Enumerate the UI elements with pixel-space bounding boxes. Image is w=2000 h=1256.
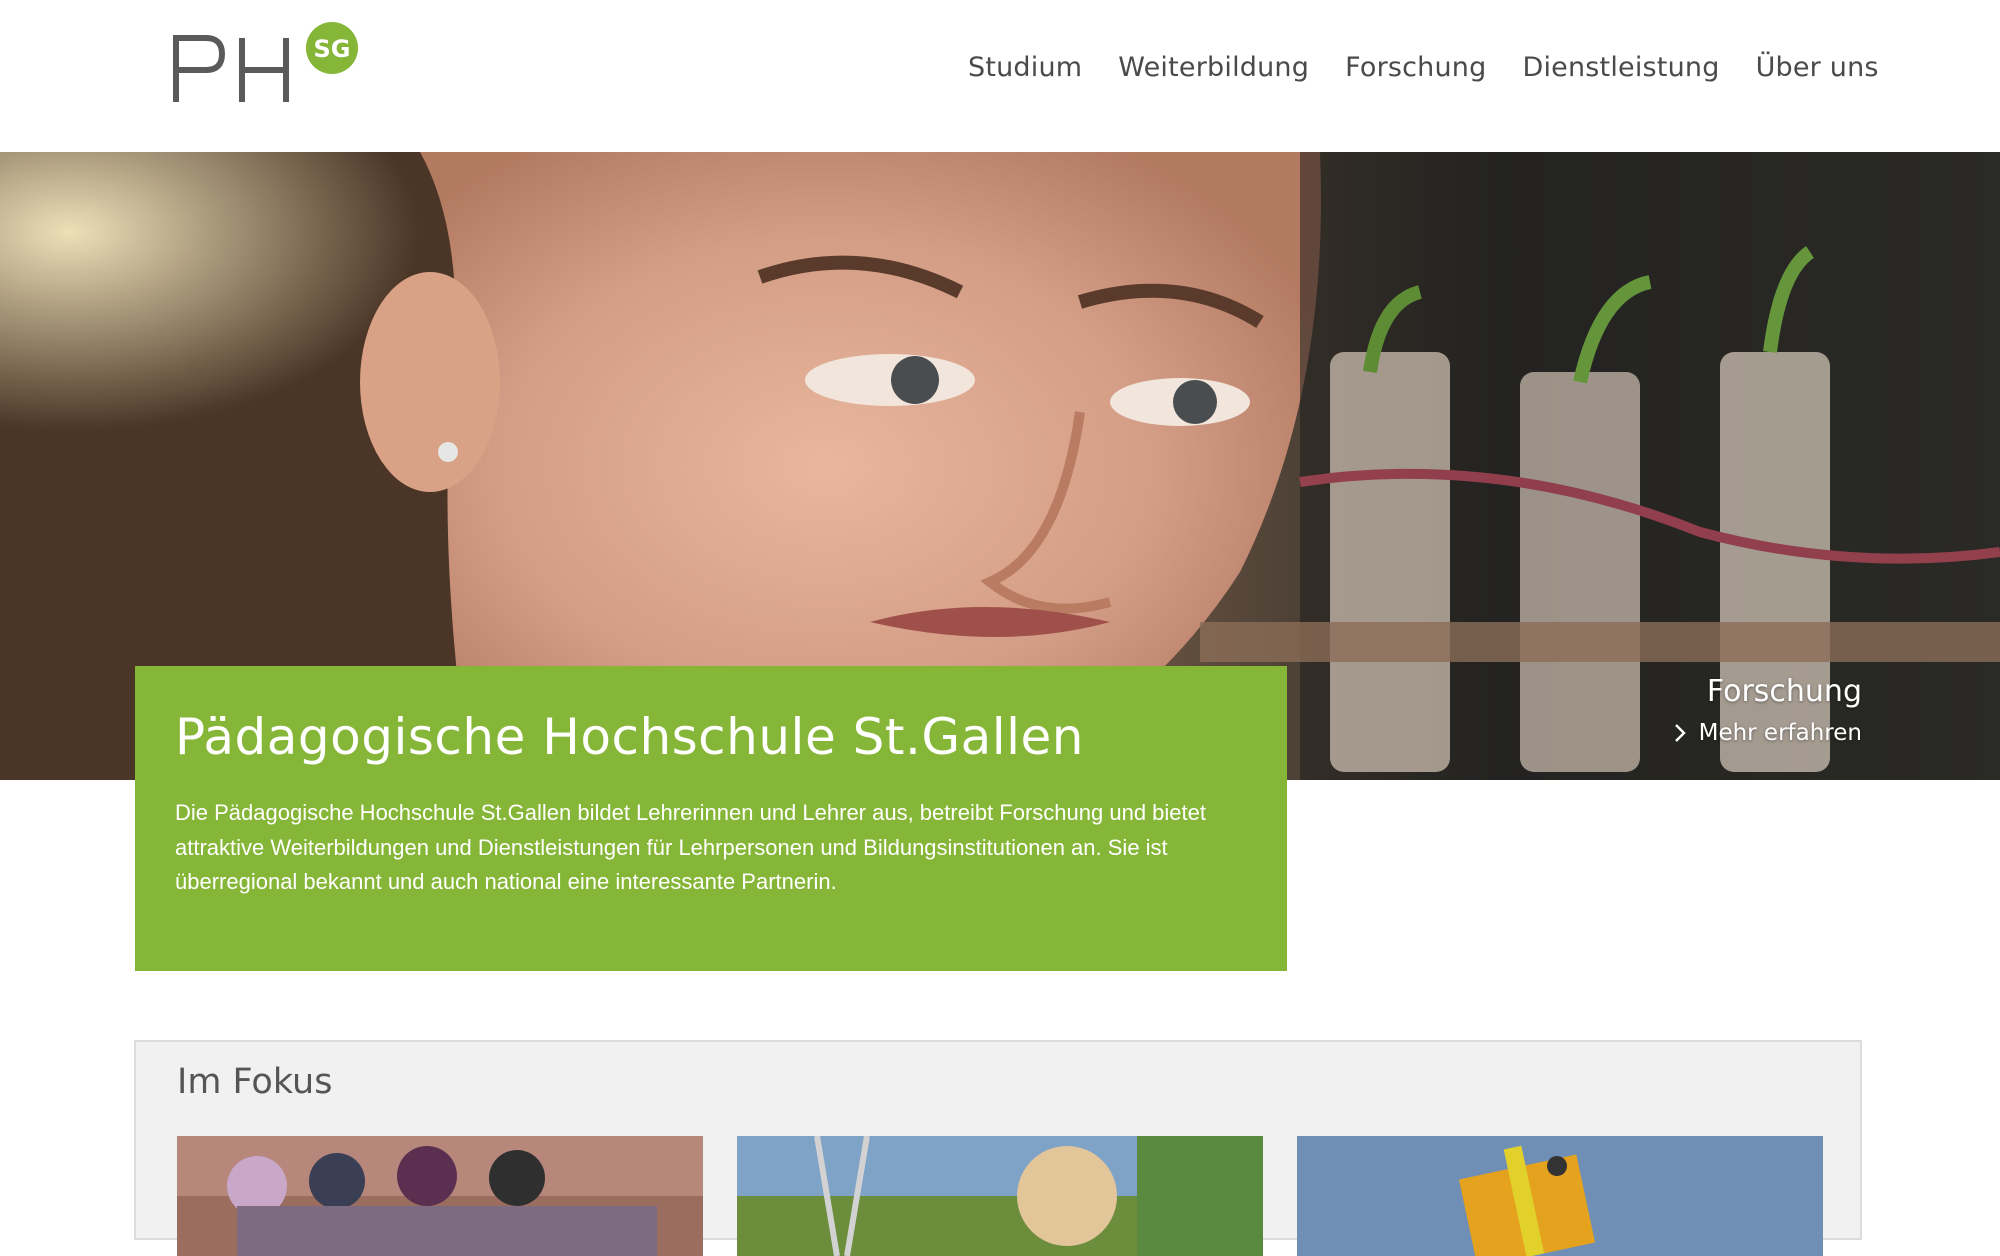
nav-item-weiterbildung[interactable]: Weiterbildung: [1118, 52, 1309, 83]
intro-box: Pädagogische Hochschule St.Gallen Die Pä…: [135, 666, 1287, 971]
nav-item-studium[interactable]: Studium: [968, 52, 1082, 83]
fokus-card-gift[interactable]: [1297, 1136, 1823, 1256]
fokus-card-playground[interactable]: [737, 1136, 1263, 1256]
card-image: [177, 1136, 703, 1256]
page-title: Pädagogische Hochschule St.Gallen: [175, 708, 1084, 766]
card-image: [1297, 1136, 1823, 1256]
slide-more-link-label: Mehr erfahren: [1698, 720, 1862, 746]
section-title: Im Fokus: [177, 1062, 333, 1102]
main-navigation: Studium Weiterbildung Forschung Dienstle…: [968, 52, 1879, 83]
slide-title: Forschung: [1706, 674, 1862, 709]
logo-badge-text: SG: [314, 35, 351, 63]
nav-item-dienstleistung[interactable]: Dienstleistung: [1522, 52, 1719, 83]
intro-description: Die Pädagogische Hochschule St.Gallen bi…: [175, 800, 1206, 894]
nav-item-forschung[interactable]: Forschung: [1345, 52, 1486, 83]
im-fokus-section: Im Fokus: [134, 1040, 1862, 1256]
fokus-card-students[interactable]: [177, 1136, 703, 1256]
nav-item-ueber-uns[interactable]: Über uns: [1756, 52, 1879, 83]
chevron-right-icon: [1674, 724, 1686, 742]
site-header: SG Studium Weiterbildung Forschung Diens…: [0, 0, 2000, 152]
slide-more-link[interactable]: Mehr erfahren: [1671, 720, 1862, 746]
site-logo[interactable]: SG: [172, 20, 372, 110]
card-image: [737, 1136, 1263, 1256]
